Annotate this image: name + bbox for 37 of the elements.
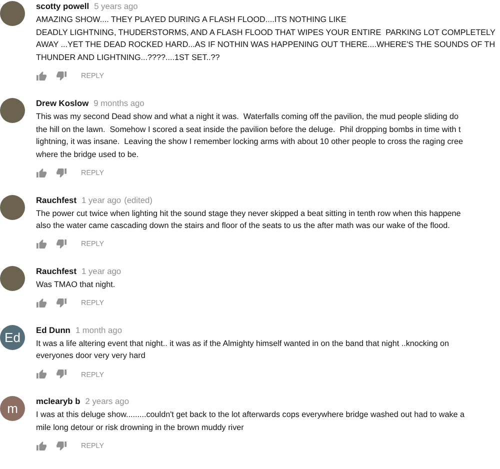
comment-text: This was my second Dead show and what a night it was. Waterfalls coming off the pavilion, the mud people sliding do the hill on the lawn. Somehow I scored a seat inside the pavilion before the deluge. Phil dropping bombs in time with t lightning, it was insane. Leaving the show I remember locking arms with about 10 other people to cross the raging cree where the bridge used to be.: [36, 110, 463, 161]
comment-time[interactable]: 1 year ago: [82, 266, 122, 278]
thumbs-up-icon[interactable]: [36, 298, 47, 308]
edited-note: (edited): [124, 194, 152, 206]
letter-avatar: Ed: [0, 324, 25, 350]
comment-time[interactable]: 1 year ago: [82, 194, 122, 206]
letter-avatar: m: [0, 396, 25, 422]
avatar-photo-placeholder: [0, 98, 25, 123]
thumbs-up-icon[interactable]: [36, 70, 47, 81]
author-name[interactable]: Ed Dunn: [36, 324, 70, 336]
thumbs-down-icon[interactable]: [56, 168, 67, 178]
thumbs-up-icon[interactable]: [36, 440, 47, 451]
thumbs-down-icon[interactable]: [56, 298, 67, 308]
thumbs-down-icon[interactable]: [56, 369, 67, 380]
avatar-photo-placeholder: [0, 266, 25, 292]
author-name[interactable]: mclearyb b: [36, 396, 80, 408]
thumbs-down-icon[interactable]: [56, 239, 67, 250]
thumbs-up-icon[interactable]: [36, 369, 47, 380]
thumbs-down-icon[interactable]: [56, 70, 67, 81]
thumbs-up-icon[interactable]: [36, 239, 47, 250]
comment-time[interactable]: 5 years ago: [94, 1, 138, 12]
author-name[interactable]: Rauchfest: [36, 266, 76, 278]
comment-text: The power cut twice when lighting hit the sound stage they never skipped a beat sitting in tenth row when this happene also the water came cascading down the stairs and floor of the seats to us the after math was our wake of the flood.: [36, 208, 461, 232]
comment-text: AMAZING SHOW.... THEY PLAYED DURING A FLASH FLOOD....ITS NOTHING LIKE DEADLY LIGHTNING, THUDERSTORMS, AND A FLASH FLOOD THAT WIPES YOUR ENTIRE PARKING LOT COMPLETELY AWAY ...YET THE DEAD ROCKED HARD...AS IF NOTHIN WAS HAPPENING OUT THERE....WHERE'S THE SOUNDS OF TH THUNDER AND LIGHTNING...????....1ST SET..??: [36, 14, 496, 64]
comment-text: I was at this deluge show.........couldn't get back to the lot afterwards cops everywhere bridge washed out had to wake a mile long detour or risk drowning in the brown muddy river: [36, 409, 465, 434]
author-name[interactable]: scotty powell: [36, 1, 90, 12]
comment-time[interactable]: 1 month ago: [75, 324, 122, 336]
comment-text: It was a life altering event that night.. it was as if the Almighty himself wanted in on the band that night ..knocking on everyones door very very hard: [36, 338, 450, 362]
comment-time[interactable]: 2 years ago: [85, 396, 129, 408]
thumbs-up-icon[interactable]: [36, 168, 47, 178]
thumbs-down-icon[interactable]: [56, 440, 67, 451]
avatar-photo-placeholder: [0, 194, 25, 220]
avatar-photo-placeholder: [0, 1, 25, 26]
comment-text: Was TMAO that night.: [36, 279, 116, 292]
author-name[interactable]: Rauchfest: [36, 194, 76, 206]
comment-time[interactable]: 9 months ago: [94, 98, 144, 109]
author-name[interactable]: Drew Koslow: [36, 98, 89, 109]
